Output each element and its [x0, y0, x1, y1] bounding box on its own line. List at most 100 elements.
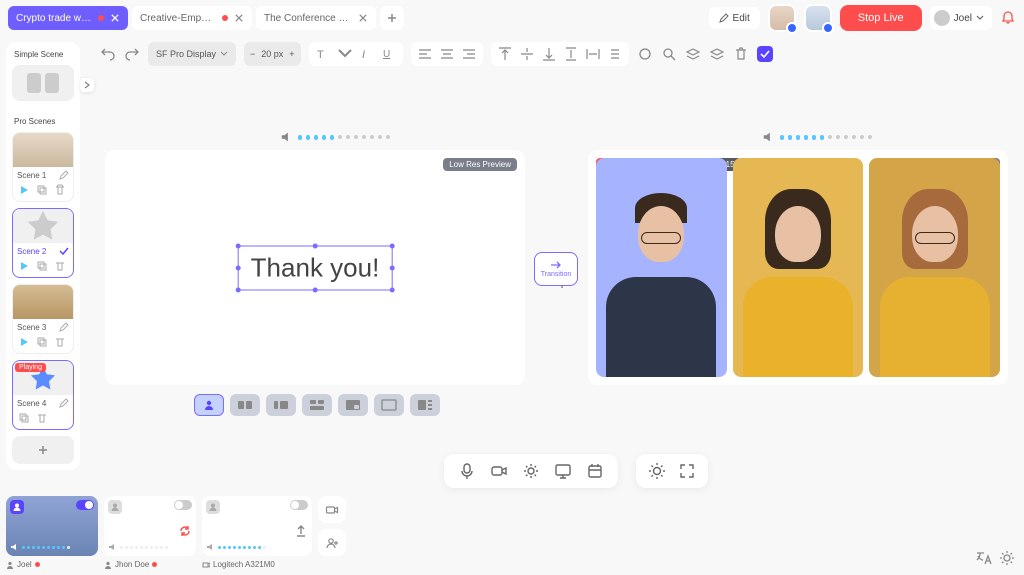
trash-icon[interactable]: [53, 335, 67, 349]
stream-toggle[interactable]: [174, 500, 192, 510]
global-settings-button[interactable]: [998, 549, 1016, 567]
transition-button[interactable]: Transition: [534, 252, 578, 286]
edit-label: Edit: [733, 13, 750, 24]
person-icon: [206, 500, 220, 514]
self-stream-panel[interactable]: [6, 496, 98, 556]
pencil-icon[interactable]: [59, 398, 69, 408]
resize-handle[interactable]: [389, 266, 394, 271]
refresh-icon[interactable]: [178, 524, 192, 538]
preview-audio-meter: [280, 130, 390, 144]
layer-backward-button[interactable]: [709, 46, 725, 62]
resize-handle[interactable]: [313, 243, 318, 248]
add-guest-button[interactable]: [318, 529, 346, 556]
add-camera-button[interactable]: [318, 496, 346, 523]
layout-sidebar[interactable]: [266, 394, 296, 416]
undo-button[interactable]: [100, 46, 116, 62]
layout-pip[interactable]: [338, 394, 368, 416]
plus-icon[interactable]: +: [289, 49, 294, 59]
preview-stage[interactable]: Low Res Preview Thank you!: [105, 150, 525, 385]
text-style-button[interactable]: T: [315, 46, 331, 62]
scene-card-1[interactable]: Scene 1: [12, 132, 74, 202]
settings-button[interactable]: [522, 462, 540, 480]
language-button[interactable]: [974, 549, 992, 567]
resize-handle[interactable]: [313, 287, 318, 292]
resize-handle[interactable]: [389, 243, 394, 248]
trash-icon[interactable]: [53, 259, 67, 273]
chevron-down-icon[interactable]: [337, 46, 353, 62]
fullscreen-button[interactable]: [678, 462, 696, 480]
resize-handle[interactable]: [236, 287, 241, 292]
add-scene-button[interactable]: [12, 436, 74, 464]
collaborator-avatar-2[interactable]: [804, 4, 832, 32]
close-icon[interactable]: [358, 13, 368, 23]
minus-icon[interactable]: −: [250, 49, 255, 59]
play-icon[interactable]: [17, 259, 31, 273]
mic-button[interactable]: [458, 462, 476, 480]
text-element[interactable]: Thank you!: [238, 245, 393, 290]
collaborator-avatar-1[interactable]: [768, 4, 796, 32]
device-stream-panel[interactable]: [202, 496, 312, 556]
close-icon[interactable]: [110, 13, 120, 23]
stream-toggle[interactable]: [76, 500, 94, 510]
camera-button[interactable]: [490, 462, 508, 480]
notification-bell-icon[interactable]: [1000, 10, 1016, 26]
delete-button[interactable]: [733, 46, 749, 62]
add-tab-button[interactable]: [380, 6, 404, 30]
distribute-v-button[interactable]: [563, 46, 579, 62]
valign-middle-button[interactable]: [519, 46, 535, 62]
copy-icon[interactable]: [35, 335, 49, 349]
screenshare-button[interactable]: [554, 462, 572, 480]
edit-button[interactable]: Edit: [709, 7, 760, 29]
stop-live-button[interactable]: Stop Live: [840, 5, 922, 31]
pencil-icon[interactable]: [59, 322, 69, 332]
play-icon[interactable]: [17, 183, 31, 197]
play-icon[interactable]: [17, 335, 31, 349]
layout-single[interactable]: [194, 394, 224, 416]
zoom-button[interactable]: [661, 46, 677, 62]
layout-screen[interactable]: [374, 394, 404, 416]
copy-icon[interactable]: [35, 183, 49, 197]
scene-card-4[interactable]: Playing Scene 4: [12, 360, 74, 430]
resize-handle[interactable]: [389, 287, 394, 292]
underline-button[interactable]: U: [381, 46, 397, 62]
italic-button[interactable]: I: [359, 46, 375, 62]
align-right-button[interactable]: [461, 46, 477, 62]
trash-icon[interactable]: [53, 183, 67, 197]
distribute-h-button[interactable]: [585, 46, 601, 62]
fill-color-button[interactable]: [637, 46, 653, 62]
align-center-button[interactable]: [439, 46, 455, 62]
calendar-button[interactable]: [586, 462, 604, 480]
resize-handle[interactable]: [236, 243, 241, 248]
redo-button[interactable]: [124, 46, 140, 62]
valign-top-button[interactable]: [497, 46, 513, 62]
scene-card-3[interactable]: Scene 3: [12, 284, 74, 354]
valign-bottom-button[interactable]: [541, 46, 557, 62]
confirm-button[interactable]: [757, 46, 773, 62]
guest-stream-panel-1[interactable]: [104, 496, 196, 556]
copy-icon[interactable]: [35, 259, 49, 273]
layout-grid[interactable]: [302, 394, 332, 416]
close-icon[interactable]: [234, 13, 244, 23]
resize-handle[interactable]: [236, 266, 241, 271]
copy-icon[interactable]: [17, 411, 31, 425]
share-icon[interactable]: [294, 524, 308, 538]
font-size-stepper[interactable]: − 20 px +: [244, 42, 301, 66]
brightness-button[interactable]: [648, 462, 666, 480]
scene-card-2[interactable]: Scene 2: [12, 208, 74, 278]
tab-2[interactable]: Creative-Empowerment ci...: [132, 6, 252, 30]
layer-forward-button[interactable]: [685, 46, 701, 62]
layout-list[interactable]: [410, 394, 440, 416]
align-left-button[interactable]: [417, 46, 433, 62]
user-menu[interactable]: Joel: [930, 6, 992, 30]
tab-3[interactable]: The Conference Sympo...: [256, 6, 376, 30]
font-select[interactable]: SF Pro Display: [148, 42, 236, 66]
trash-icon[interactable]: [35, 411, 49, 425]
stream-toggle[interactable]: [290, 500, 308, 510]
layout-double[interactable]: [230, 394, 260, 416]
tab-1[interactable]: Crypto trade with no co...: [8, 6, 128, 30]
spacing-button[interactable]: [607, 46, 623, 62]
participant-video-2: [733, 158, 864, 377]
pencil-icon[interactable]: [59, 170, 69, 180]
collapse-sidebar-button[interactable]: [80, 78, 94, 92]
simple-scene-card[interactable]: [12, 65, 74, 101]
